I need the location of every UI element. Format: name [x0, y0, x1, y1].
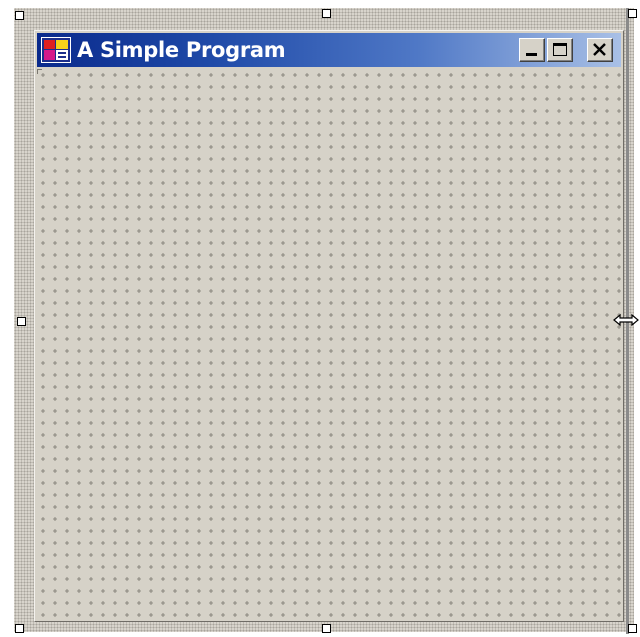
- minimize-button[interactable]: [519, 38, 545, 62]
- resize-handle-top-right[interactable]: [628, 9, 637, 18]
- designer-grid: [41, 73, 621, 617]
- close-icon: [593, 43, 606, 56]
- form-window[interactable]: A Simple Program: [34, 30, 624, 622]
- resize-handle-bottom-center[interactable]: [322, 624, 331, 633]
- resize-handle-top-left[interactable]: [15, 11, 24, 20]
- grid-crosses: [41, 73, 621, 617]
- resize-handle-top-center[interactable]: [322, 9, 331, 18]
- maximize-icon: [553, 43, 567, 56]
- title-bar[interactable]: A Simple Program: [37, 33, 621, 67]
- resize-handle-bottom-right[interactable]: [628, 624, 637, 633]
- resize-handle-middle-left[interactable]: [17, 317, 26, 326]
- designer-surface: A Simple Program: [0, 0, 640, 637]
- form-client-area[interactable]: [37, 69, 621, 619]
- maximize-button[interactable]: [547, 38, 573, 62]
- close-button[interactable]: [587, 38, 613, 62]
- resize-handle-bottom-left[interactable]: [15, 624, 24, 633]
- window-title: A Simple Program: [77, 38, 286, 62]
- horizontal-resize-cursor-icon: [613, 313, 639, 327]
- form-app-icon: [41, 37, 71, 63]
- minimize-icon: [526, 53, 537, 56]
